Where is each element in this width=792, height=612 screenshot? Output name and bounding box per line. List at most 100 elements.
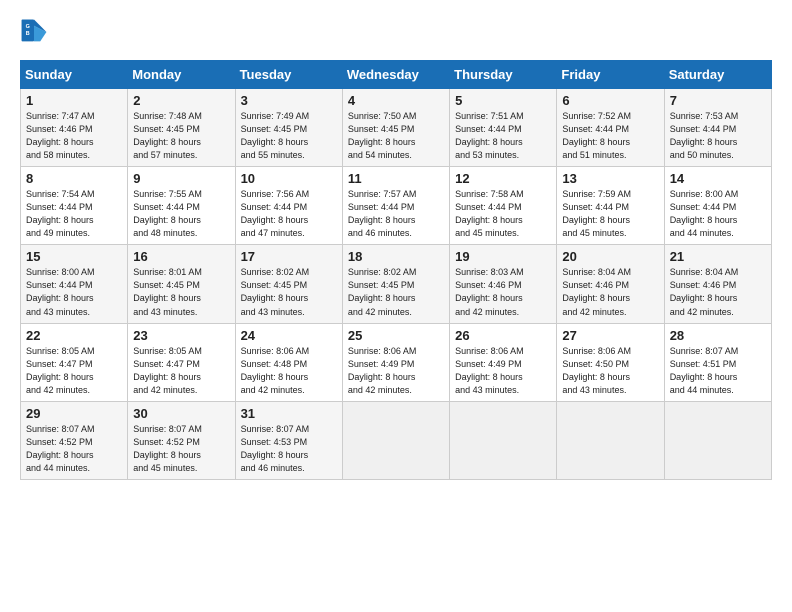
day-info: Sunrise: 7:55 AM Sunset: 4:44 PM Dayligh…: [133, 188, 229, 240]
day-info: Sunrise: 8:01 AM Sunset: 4:45 PM Dayligh…: [133, 266, 229, 318]
page-container: G B SundayMondayTuesdayWednesdayThursday…: [0, 0, 792, 490]
day-number: 31: [241, 406, 337, 421]
calendar-cell: 12 Sunrise: 7:58 AM Sunset: 4:44 PM Dayli…: [450, 167, 557, 245]
weekday-header-monday: Monday: [128, 61, 235, 89]
day-info: Sunrise: 8:04 AM Sunset: 4:46 PM Dayligh…: [670, 266, 766, 318]
weekday-header-thursday: Thursday: [450, 61, 557, 89]
calendar-cell: 25Sunrise: 8:06 AM Sunset: 4:49 PM Dayli…: [342, 323, 449, 401]
day-info: Sunrise: 8:07 AM Sunset: 4:53 PM Dayligh…: [241, 423, 337, 475]
day-info: Sunrise: 7:54 AM Sunset: 4:44 PM Dayligh…: [26, 188, 122, 240]
day-info: Sunrise: 7:52 AM Sunset: 4:44 PM Dayligh…: [562, 110, 658, 162]
day-info: Sunrise: 7:53 AM Sunset: 4:44 PM Dayligh…: [670, 110, 766, 162]
calendar-week-4: 22 Sunrise: 8:05 AM Sunset: 4:47 PM Dayli…: [21, 323, 772, 401]
weekday-header-saturday: Saturday: [664, 61, 771, 89]
day-info: Sunrise: 8:07 AM Sunset: 4:51 PM Dayligh…: [670, 345, 766, 397]
calendar-cell: 11 Sunrise: 7:57 AM Sunset: 4:44 PM Dayli…: [342, 167, 449, 245]
calendar-cell: 20Sunrise: 8:04 AM Sunset: 4:46 PM Dayli…: [557, 245, 664, 323]
calendar-cell: 16Sunrise: 8:01 AM Sunset: 4:45 PM Dayli…: [128, 245, 235, 323]
day-number: 5: [455, 93, 551, 108]
day-number: 17: [241, 249, 337, 264]
weekday-header-sunday: Sunday: [21, 61, 128, 89]
day-info: Sunrise: 8:00 AM Sunset: 4:44 PM Dayligh…: [26, 266, 122, 318]
day-number: 8: [26, 171, 122, 186]
day-number: 13: [562, 171, 658, 186]
logo-icon: G B: [20, 18, 48, 46]
calendar-cell: 27 Sunrise: 8:06 AM Sunset: 4:50 PM Dayli…: [557, 323, 664, 401]
day-number: 30: [133, 406, 229, 421]
day-number: 3: [241, 93, 337, 108]
day-number: 10: [241, 171, 337, 186]
day-info: Sunrise: 7:58 AM Sunset: 4:44 PM Dayligh…: [455, 188, 551, 240]
svg-text:B: B: [26, 31, 30, 37]
day-info: Sunrise: 8:06 AM Sunset: 4:49 PM Dayligh…: [455, 345, 551, 397]
calendar-cell: 31 Sunrise: 8:07 AM Sunset: 4:53 PM Dayli…: [235, 401, 342, 479]
logo: G B: [20, 18, 52, 46]
calendar-cell: 30 Sunrise: 8:07 AM Sunset: 4:52 PM Dayli…: [128, 401, 235, 479]
day-number: 19: [455, 249, 551, 264]
day-info: Sunrise: 7:47 AM Sunset: 4:46 PM Dayligh…: [26, 110, 122, 162]
day-info: Sunrise: 7:51 AM Sunset: 4:44 PM Dayligh…: [455, 110, 551, 162]
calendar-cell: 26 Sunrise: 8:06 AM Sunset: 4:49 PM Dayli…: [450, 323, 557, 401]
day-info: Sunrise: 8:02 AM Sunset: 4:45 PM Dayligh…: [348, 266, 444, 318]
day-number: 27: [562, 328, 658, 343]
day-info: Sunrise: 8:06 AM Sunset: 4:50 PM Dayligh…: [562, 345, 658, 397]
day-info: Sunrise: 8:04 AM Sunset: 4:46 PM Dayligh…: [562, 266, 658, 318]
calendar-cell: 13 Sunrise: 7:59 AM Sunset: 4:44 PM Dayli…: [557, 167, 664, 245]
calendar-cell: 29 Sunrise: 8:07 AM Sunset: 4:52 PM Dayli…: [21, 401, 128, 479]
day-info: Sunrise: 7:50 AM Sunset: 4:45 PM Dayligh…: [348, 110, 444, 162]
day-number: 9: [133, 171, 229, 186]
calendar-week-5: 29 Sunrise: 8:07 AM Sunset: 4:52 PM Dayli…: [21, 401, 772, 479]
day-info: Sunrise: 8:03 AM Sunset: 4:46 PM Dayligh…: [455, 266, 551, 318]
day-number: 12: [455, 171, 551, 186]
calendar-table: SundayMondayTuesdayWednesdayThursdayFrid…: [20, 60, 772, 480]
day-number: 7: [670, 93, 766, 108]
day-number: 6: [562, 93, 658, 108]
calendar-cell: 23Sunrise: 8:05 AM Sunset: 4:47 PM Dayli…: [128, 323, 235, 401]
weekday-header-wednesday: Wednesday: [342, 61, 449, 89]
day-number: 11: [348, 171, 444, 186]
day-number: 23: [133, 328, 229, 343]
calendar-cell: 19 Sunrise: 8:03 AM Sunset: 4:46 PM Dayli…: [450, 245, 557, 323]
day-info: Sunrise: 8:02 AM Sunset: 4:45 PM Dayligh…: [241, 266, 337, 318]
day-info: Sunrise: 7:59 AM Sunset: 4:44 PM Dayligh…: [562, 188, 658, 240]
calendar-cell: 2Sunrise: 7:48 AM Sunset: 4:45 PM Daylig…: [128, 89, 235, 167]
day-number: 4: [348, 93, 444, 108]
day-number: 29: [26, 406, 122, 421]
calendar-cell: 21 Sunrise: 8:04 AM Sunset: 4:46 PM Dayli…: [664, 245, 771, 323]
calendar-cell: 14 Sunrise: 8:00 AM Sunset: 4:44 PM Dayli…: [664, 167, 771, 245]
day-info: Sunrise: 7:57 AM Sunset: 4:44 PM Dayligh…: [348, 188, 444, 240]
calendar-cell: 4 Sunrise: 7:50 AM Sunset: 4:45 PM Daylig…: [342, 89, 449, 167]
calendar-cell: 28Sunrise: 8:07 AM Sunset: 4:51 PM Dayli…: [664, 323, 771, 401]
calendar-cell: [664, 401, 771, 479]
day-number: 1: [26, 93, 122, 108]
calendar-cell: [557, 401, 664, 479]
calendar-cell: 7 Sunrise: 7:53 AM Sunset: 4:44 PM Daylig…: [664, 89, 771, 167]
calendar-cell: 15 Sunrise: 8:00 AM Sunset: 4:44 PM Dayli…: [21, 245, 128, 323]
calendar-cell: 5 Sunrise: 7:51 AM Sunset: 4:44 PM Daylig…: [450, 89, 557, 167]
calendar-cell: 18Sunrise: 8:02 AM Sunset: 4:45 PM Dayli…: [342, 245, 449, 323]
day-info: Sunrise: 8:05 AM Sunset: 4:47 PM Dayligh…: [26, 345, 122, 397]
day-info: Sunrise: 8:00 AM Sunset: 4:44 PM Dayligh…: [670, 188, 766, 240]
weekday-header-row: SundayMondayTuesdayWednesdayThursdayFrid…: [21, 61, 772, 89]
day-number: 21: [670, 249, 766, 264]
day-info: Sunrise: 7:56 AM Sunset: 4:44 PM Dayligh…: [241, 188, 337, 240]
day-info: Sunrise: 8:07 AM Sunset: 4:52 PM Dayligh…: [133, 423, 229, 475]
day-number: 25: [348, 328, 444, 343]
header: G B: [20, 18, 772, 46]
calendar-week-1: 1 Sunrise: 7:47 AM Sunset: 4:46 PM Daylig…: [21, 89, 772, 167]
day-number: 15: [26, 249, 122, 264]
calendar-cell: 9 Sunrise: 7:55 AM Sunset: 4:44 PM Daylig…: [128, 167, 235, 245]
day-number: 22: [26, 328, 122, 343]
calendar-cell: 10 Sunrise: 7:56 AM Sunset: 4:44 PM Dayli…: [235, 167, 342, 245]
calendar-cell: 6 Sunrise: 7:52 AM Sunset: 4:44 PM Daylig…: [557, 89, 664, 167]
day-number: 26: [455, 328, 551, 343]
day-info: Sunrise: 8:06 AM Sunset: 4:48 PM Dayligh…: [241, 345, 337, 397]
day-info: Sunrise: 7:49 AM Sunset: 4:45 PM Dayligh…: [241, 110, 337, 162]
day-number: 14: [670, 171, 766, 186]
day-number: 24: [241, 328, 337, 343]
calendar-week-3: 15 Sunrise: 8:00 AM Sunset: 4:44 PM Dayli…: [21, 245, 772, 323]
calendar-cell: [450, 401, 557, 479]
calendar-cell: 1 Sunrise: 7:47 AM Sunset: 4:46 PM Daylig…: [21, 89, 128, 167]
calendar-cell: 22 Sunrise: 8:05 AM Sunset: 4:47 PM Dayli…: [21, 323, 128, 401]
day-info: Sunrise: 8:07 AM Sunset: 4:52 PM Dayligh…: [26, 423, 122, 475]
